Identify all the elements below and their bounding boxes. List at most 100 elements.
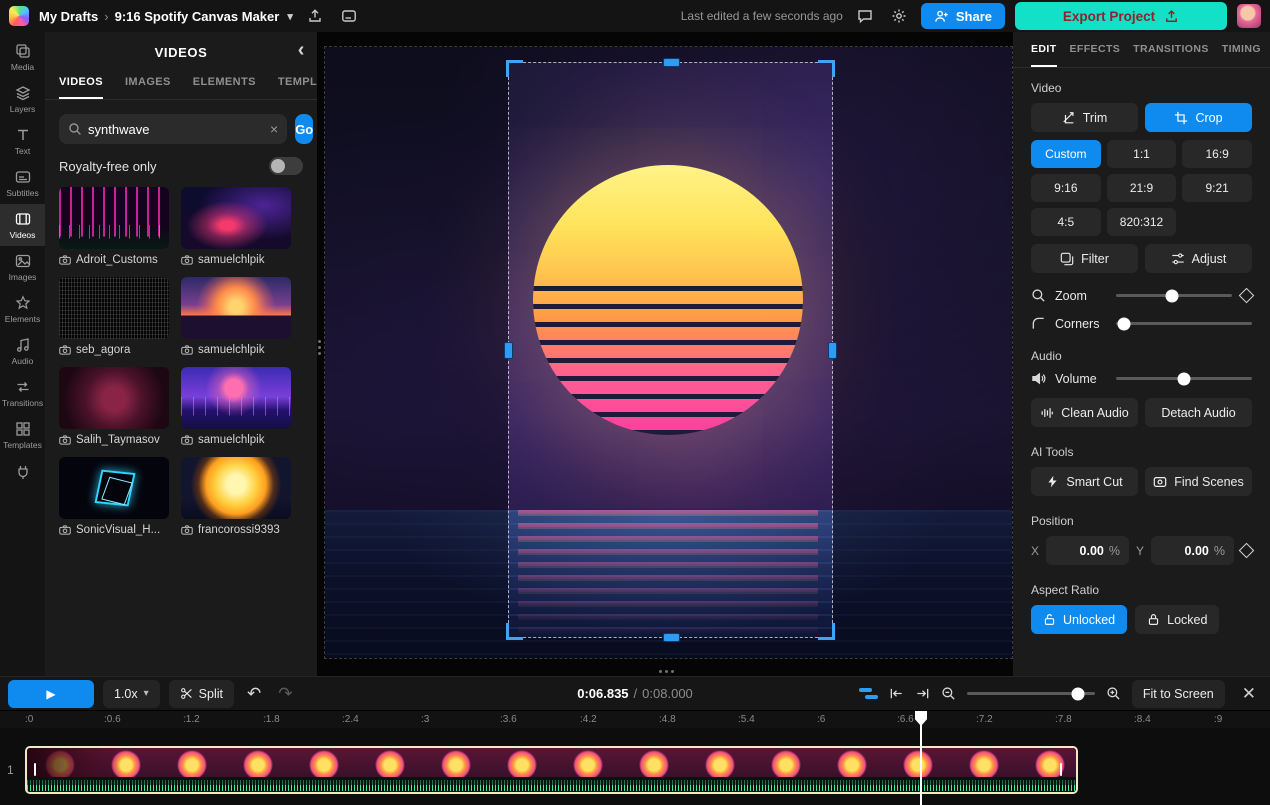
clip-trim-in-handle[interactable]	[34, 763, 36, 776]
find-scenes-button[interactable]: Find Scenes	[1145, 467, 1252, 496]
corners-slider[interactable]	[1116, 322, 1252, 325]
chevron-down-icon[interactable]: ▾	[287, 10, 293, 23]
position-keyframe-icon[interactable]	[1239, 543, 1255, 559]
sidebar-item-audio[interactable]: Audio	[0, 330, 45, 372]
tab-timing[interactable]: TIMING	[1222, 32, 1261, 67]
export-project-button[interactable]: Export Project	[1015, 2, 1227, 30]
clip-trim-out-handle[interactable]	[1060, 763, 1062, 776]
clear-search-icon[interactable]: ×	[270, 121, 278, 137]
corners-slider-thumb[interactable]	[1118, 317, 1131, 330]
smart-cut-button[interactable]: Smart Cut	[1031, 467, 1138, 496]
jump-to-start-icon[interactable]	[889, 686, 904, 701]
timeline-resize-handle[interactable]	[665, 670, 668, 673]
video-result-user[interactable]: Adroit_Customs	[76, 254, 158, 266]
tab-images[interactable]: IMAGES	[125, 76, 171, 99]
video-result-thumb[interactable]	[59, 457, 169, 519]
preset-4-5[interactable]: 4:5	[1031, 208, 1101, 236]
keyframe-markers-icon[interactable]	[859, 688, 878, 699]
playhead-line[interactable]	[920, 724, 922, 805]
kapwing-logo-icon[interactable]	[9, 6, 29, 26]
aspect-locked-button[interactable]: Locked	[1135, 605, 1219, 634]
sidebar-item-elements[interactable]: Elements	[0, 288, 45, 330]
filter-button[interactable]: Filter	[1031, 244, 1138, 273]
sidebar-item-templates[interactable]: Templates	[0, 414, 45, 456]
preset-16-9[interactable]: 16:9	[1182, 140, 1252, 168]
trim-button[interactable]: Trim	[1031, 103, 1138, 132]
video-preview[interactable]	[325, 47, 1012, 658]
crop-handle-right[interactable]	[828, 342, 837, 359]
video-result-user[interactable]: samuelchlpik	[198, 254, 264, 266]
aspect-unlocked-button[interactable]: Unlocked	[1031, 605, 1127, 634]
timeline-zoom-out-icon[interactable]	[941, 686, 956, 701]
sidebar-item-transitions[interactable]: Transitions	[0, 372, 45, 414]
search-go-button[interactable]: Go	[295, 114, 313, 144]
tab-effects[interactable]: EFFECTS	[1070, 32, 1121, 67]
tab-transitions[interactable]: TRANSITIONS	[1133, 32, 1209, 67]
clean-audio-button[interactable]: Clean Audio	[1031, 398, 1138, 427]
preset-custom[interactable]: Custom	[1031, 140, 1101, 168]
timeline-zoom-thumb[interactable]	[1072, 687, 1085, 700]
video-result-thumb[interactable]	[59, 277, 169, 339]
redo-icon[interactable]: ↷	[274, 684, 296, 704]
collapse-panel-icon[interactable]: ‹	[298, 40, 305, 60]
timeline-zoom-in-icon[interactable]	[1106, 686, 1121, 701]
video-result-user[interactable]: samuelchlpik	[198, 344, 264, 356]
search-input[interactable]	[88, 122, 264, 137]
video-result-thumb[interactable]	[59, 187, 169, 249]
panel-resize-handle[interactable]	[318, 346, 321, 349]
zoom-slider-thumb[interactable]	[1165, 289, 1178, 302]
timeline-ruler[interactable]: :0 :0.6 :1.2 :1.8 :2.4 :3 :3.6 :4.2 :4.8…	[0, 710, 1270, 728]
preset-9-21[interactable]: 9:21	[1182, 174, 1252, 202]
adjust-button[interactable]: Adjust	[1145, 244, 1252, 273]
video-result-user[interactable]: SonicVisual_H...	[76, 524, 160, 536]
crop-handle-bottom-left[interactable]	[506, 623, 523, 640]
crop-handle-bottom[interactable]	[663, 633, 680, 642]
video-result-thumb[interactable]	[181, 277, 291, 339]
tab-edit[interactable]: EDIT	[1031, 32, 1057, 67]
preset-1-1[interactable]: 1:1	[1107, 140, 1177, 168]
preset-820-312[interactable]: 820:312	[1107, 208, 1177, 236]
timeline-zoom-slider[interactable]	[967, 692, 1095, 695]
tab-videos[interactable]: VIDEOS	[59, 76, 103, 99]
user-avatar[interactable]	[1237, 4, 1261, 28]
video-result-user[interactable]: samuelchlpik	[198, 434, 264, 446]
breadcrumb-drafts[interactable]: My Drafts	[39, 9, 98, 24]
video-result-thumb[interactable]	[181, 367, 291, 429]
crop-handle-bottom-right[interactable]	[818, 623, 835, 640]
video-result-user[interactable]: francorossi9393	[198, 524, 280, 536]
jump-to-end-icon[interactable]	[915, 686, 930, 701]
tab-elements[interactable]: ELEMENTS	[193, 76, 256, 99]
sidebar-item-subtitles[interactable]: Subtitles	[0, 162, 45, 204]
zoom-slider[interactable]	[1116, 294, 1232, 297]
player-preview-icon[interactable]	[337, 4, 361, 28]
crop-handle-left[interactable]	[504, 342, 513, 359]
volume-slider-thumb[interactable]	[1178, 372, 1191, 385]
crop-handle-top-left[interactable]	[506, 60, 523, 77]
preset-9-16[interactable]: 9:16	[1031, 174, 1101, 202]
sidebar-item-videos[interactable]: Videos	[0, 204, 45, 246]
detach-audio-button[interactable]: Detach Audio	[1145, 398, 1252, 427]
fit-to-screen-button[interactable]: Fit to Screen	[1132, 680, 1225, 708]
split-button[interactable]: Split	[169, 680, 234, 708]
preset-21-9[interactable]: 21:9	[1107, 174, 1177, 202]
crop-handle-top[interactable]	[663, 58, 680, 67]
crop-button[interactable]: Crop	[1145, 103, 1252, 132]
royalty-free-toggle[interactable]	[269, 157, 303, 175]
video-result-thumb[interactable]	[181, 457, 291, 519]
comments-icon[interactable]	[853, 4, 877, 28]
play-button[interactable]: ▶	[8, 680, 94, 708]
sidebar-item-images[interactable]: Images	[0, 246, 45, 288]
position-y-input[interactable]: 0.00 %	[1151, 536, 1234, 565]
settings-gear-icon[interactable]	[887, 4, 911, 28]
publish-icon[interactable]	[303, 4, 327, 28]
playback-speed-button[interactable]: 1.0x ▾	[103, 680, 160, 708]
volume-slider[interactable]	[1116, 377, 1252, 380]
video-result-user[interactable]: seb_agora	[76, 344, 130, 356]
tab-templates[interactable]: TEMPLATES	[278, 76, 317, 99]
plugins-icon[interactable]	[15, 464, 31, 480]
share-button[interactable]: Share	[921, 3, 1005, 29]
sidebar-item-media[interactable]: Media	[0, 36, 45, 78]
sidebar-item-text[interactable]: Text	[0, 120, 45, 162]
undo-icon[interactable]: ↶	[243, 684, 265, 704]
video-result-thumb[interactable]	[59, 367, 169, 429]
